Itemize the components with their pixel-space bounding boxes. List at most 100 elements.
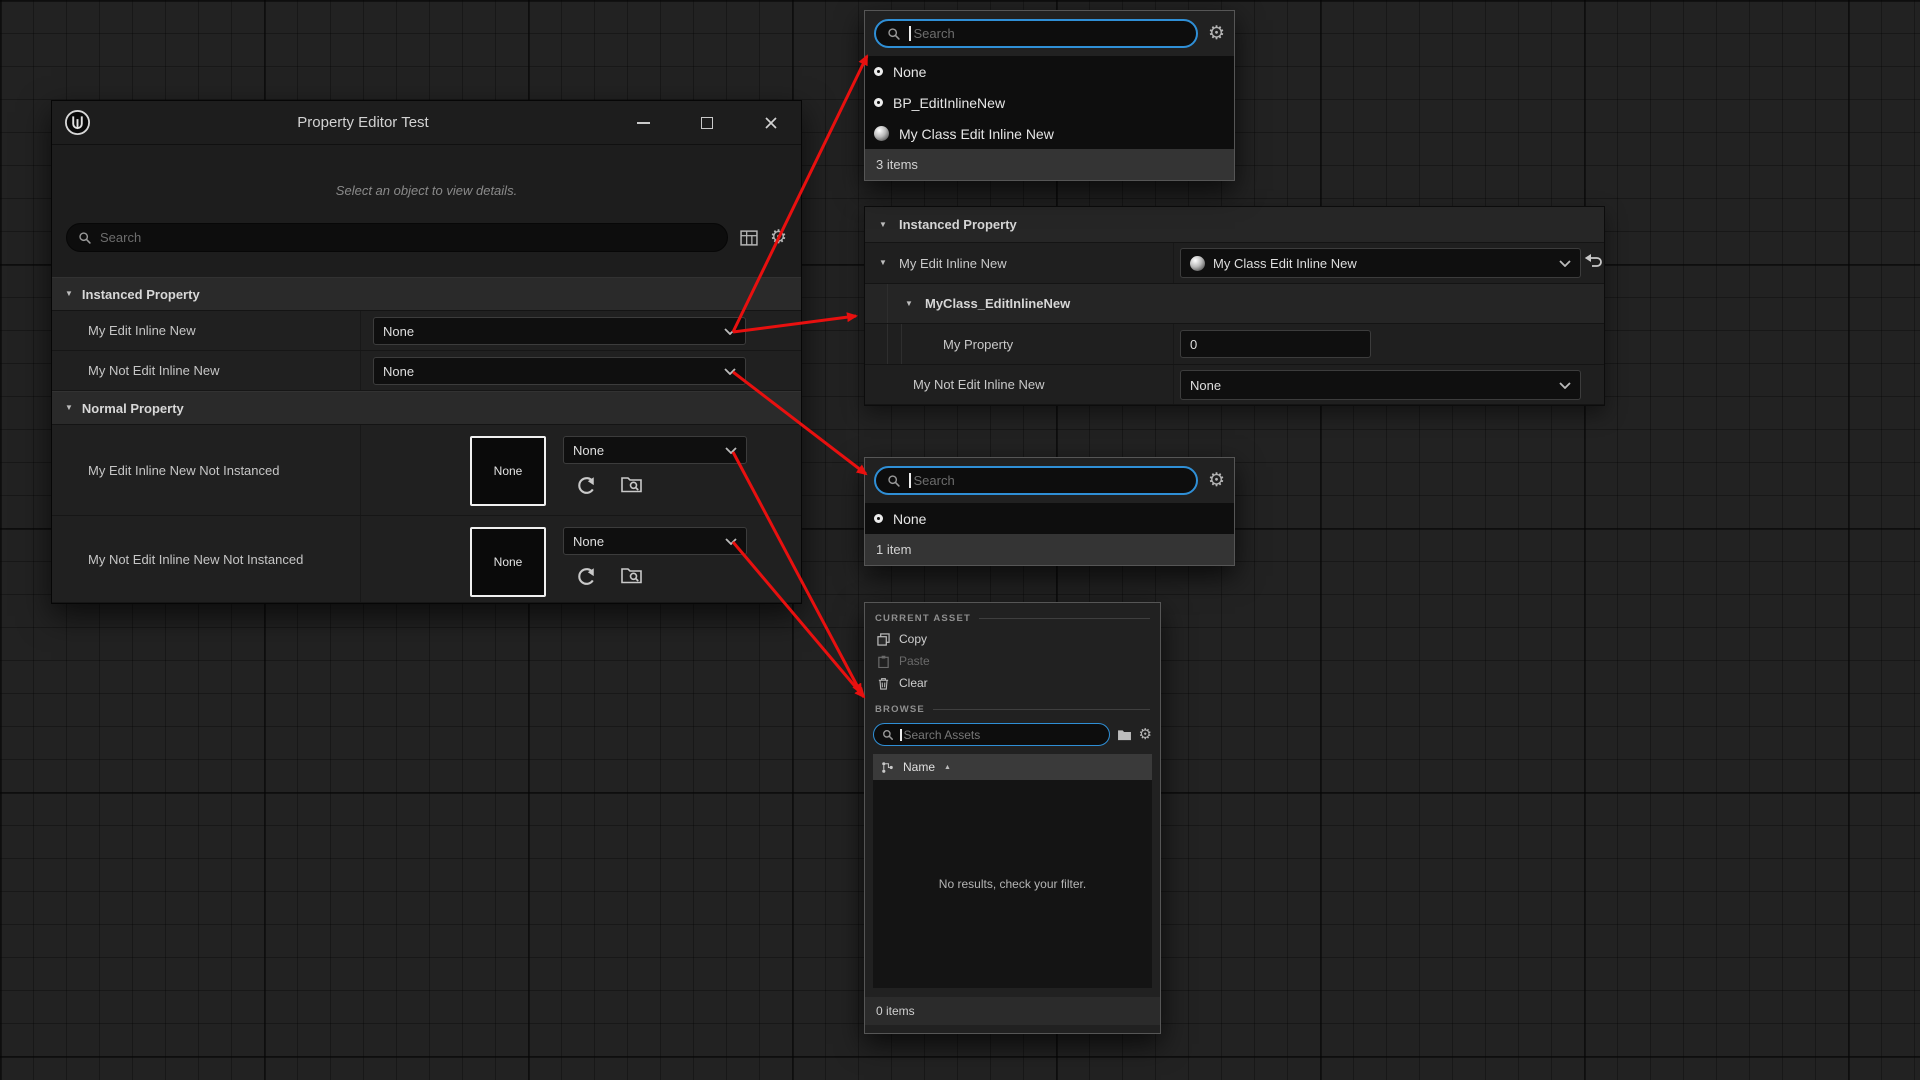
edit-inline-not-instanced-dropdown[interactable]: None: [563, 436, 747, 464]
asset-thumbnail[interactable]: None: [470, 436, 546, 506]
minimize-button[interactable]: [635, 115, 651, 131]
popup-search-row: ⚙: [865, 458, 1234, 503]
asset-results-list[interactable]: No results, check your filter.: [873, 780, 1152, 988]
popup-search-row: ⚙: [865, 11, 1234, 56]
class-none-icon: [874, 98, 883, 107]
class-list: None: [865, 503, 1234, 534]
item-count-text: 0 items: [876, 1004, 915, 1018]
trash-icon: [877, 677, 890, 690]
not-edit-inline-not-instanced-dropdown[interactable]: None: [563, 527, 747, 555]
list-item-label: BP_EditInlineNew: [893, 95, 1005, 111]
property-row-my-edit-inline-new: My Edit Inline New None: [52, 311, 801, 351]
details-hint-text: Select an object to view details.: [52, 183, 801, 199]
asset-thumbnail[interactable]: None: [470, 527, 546, 597]
settings-gear-icon[interactable]: ⚙: [1139, 727, 1152, 742]
maximize-icon: [701, 117, 713, 129]
dropdown-value: None: [573, 534, 604, 549]
search-box[interactable]: [66, 223, 728, 252]
my-not-edit-inline-new-dropdown[interactable]: None: [1180, 370, 1581, 400]
thumbnail-label: None: [494, 555, 523, 569]
class-none-icon: [874, 514, 883, 523]
search-box[interactable]: [874, 466, 1198, 495]
list-item-my-class-edit-inline-new[interactable]: My Class Edit Inline New: [865, 118, 1234, 149]
browse-to-asset-icon[interactable]: [621, 566, 642, 587]
instanced-property-panel: ▼ Instanced Property ▼ My Edit Inline Ne…: [864, 206, 1605, 406]
divider: [979, 618, 1150, 619]
settings-gear-icon[interactable]: ⚙: [1208, 471, 1225, 490]
my-not-edit-inline-new-dropdown[interactable]: None: [373, 357, 746, 385]
folder-icon[interactable]: [1117, 729, 1132, 741]
display-filter-button[interactable]: [740, 230, 758, 246]
chevron-down-icon: [724, 328, 736, 335]
details-search-row: ⚙: [52, 223, 801, 252]
search-box[interactable]: [874, 19, 1198, 48]
dropdown-value: None: [573, 443, 604, 458]
asset-picker-popup: CURRENT ASSET Copy Paste Clear BROWSE ⚙ …: [864, 602, 1161, 1034]
text-caret: [909, 473, 911, 488]
search-input[interactable]: [100, 230, 716, 245]
category-header-instanced-property[interactable]: ▼ Instanced Property: [865, 207, 1604, 243]
view-options-grid-icon: [740, 230, 758, 246]
text-caret: [900, 729, 902, 741]
class-sphere-icon: [874, 126, 889, 141]
menu-item-paste[interactable]: Paste: [865, 650, 1160, 672]
my-property-number-input[interactable]: 0: [1180, 330, 1371, 358]
asset-search-row: ⚙: [865, 719, 1160, 752]
row-my-edit-inline-new: ▼ My Edit Inline New My Class Edit Inlin…: [865, 243, 1604, 284]
class-sphere-icon: [1190, 256, 1205, 271]
section-label: Normal Property: [82, 401, 184, 416]
reset-to-default-icon[interactable]: [1584, 253, 1604, 268]
row-my-property: My Property 0: [865, 324, 1604, 365]
indent-guide: [887, 324, 888, 364]
property-label: My Edit Inline New Not Instanced: [52, 463, 279, 478]
list-item-bp-editinlinenew[interactable]: BP_EditInlineNew: [865, 87, 1234, 118]
list-item-none[interactable]: None: [865, 503, 1234, 534]
search-input[interactable]: [914, 473, 1185, 488]
column-label: Name: [903, 760, 935, 774]
dropdown-value: None: [383, 364, 414, 379]
search-icon: [887, 27, 901, 41]
minimize-icon: [637, 122, 650, 124]
property-label: My Not Edit Inline New Not Instanced: [52, 552, 303, 567]
section-header-normal-property[interactable]: ▼ Normal Property: [52, 391, 801, 425]
list-item-label: None: [893, 511, 926, 527]
settings-gear-icon[interactable]: ⚙: [770, 228, 787, 247]
category-label: Instanced Property: [865, 217, 1017, 232]
menu-item-clear[interactable]: Clear: [865, 672, 1160, 694]
menu-item-copy[interactable]: Copy: [865, 628, 1160, 650]
list-view-icon: [881, 761, 894, 774]
search-input[interactable]: [914, 26, 1185, 41]
my-edit-inline-new-dropdown[interactable]: None: [373, 317, 746, 345]
current-asset-section: CURRENT ASSET: [865, 603, 1160, 628]
asset-row-actions: [576, 475, 642, 496]
item-count-footer: 0 items: [865, 997, 1160, 1025]
collapse-triangle-icon: ▼: [65, 404, 73, 412]
menu-item-label: Clear: [899, 676, 928, 690]
property-label: My Not Edit Inline New: [865, 377, 1045, 392]
class-picker-popup: ⚙ None BP_EditInlineNew My Class Edit In…: [864, 10, 1235, 181]
search-assets-input[interactable]: [904, 728, 1101, 742]
my-edit-inline-new-class-dropdown[interactable]: My Class Edit Inline New: [1180, 248, 1581, 278]
search-box[interactable]: [873, 723, 1110, 746]
use-selected-asset-icon[interactable]: [576, 566, 597, 587]
menu-item-label: Copy: [899, 632, 927, 646]
item-count-text: 3 items: [876, 157, 918, 172]
use-selected-asset-icon[interactable]: [576, 475, 597, 496]
item-count-text: 1 item: [876, 542, 911, 557]
browse-to-asset-icon[interactable]: [621, 475, 642, 496]
property-row-edit-inline-not-instanced: My Edit Inline New Not Instanced None No…: [52, 425, 801, 516]
search-icon: [887, 474, 901, 488]
property-row-my-not-edit-inline-new: My Not Edit Inline New None: [52, 351, 801, 391]
dropdown-value: My Class Edit Inline New: [1213, 256, 1357, 271]
row-myclass-editinlinenew[interactable]: ▼ MyClass_EditInlineNew: [865, 284, 1604, 324]
column-header-name[interactable]: Name ▲: [873, 754, 1152, 780]
titlebar[interactable]: Property Editor Test: [52, 101, 801, 145]
settings-gear-icon[interactable]: ⚙: [1208, 24, 1225, 43]
search-icon: [78, 231, 92, 245]
child-object-label: MyClass_EditInlineNew: [865, 296, 1070, 311]
close-button[interactable]: [763, 115, 779, 131]
section-header-instanced-property[interactable]: ▼ Instanced Property: [52, 277, 801, 311]
list-item-none[interactable]: None: [865, 56, 1234, 87]
maximize-button[interactable]: [699, 115, 715, 131]
chevron-down-icon: [724, 368, 736, 375]
